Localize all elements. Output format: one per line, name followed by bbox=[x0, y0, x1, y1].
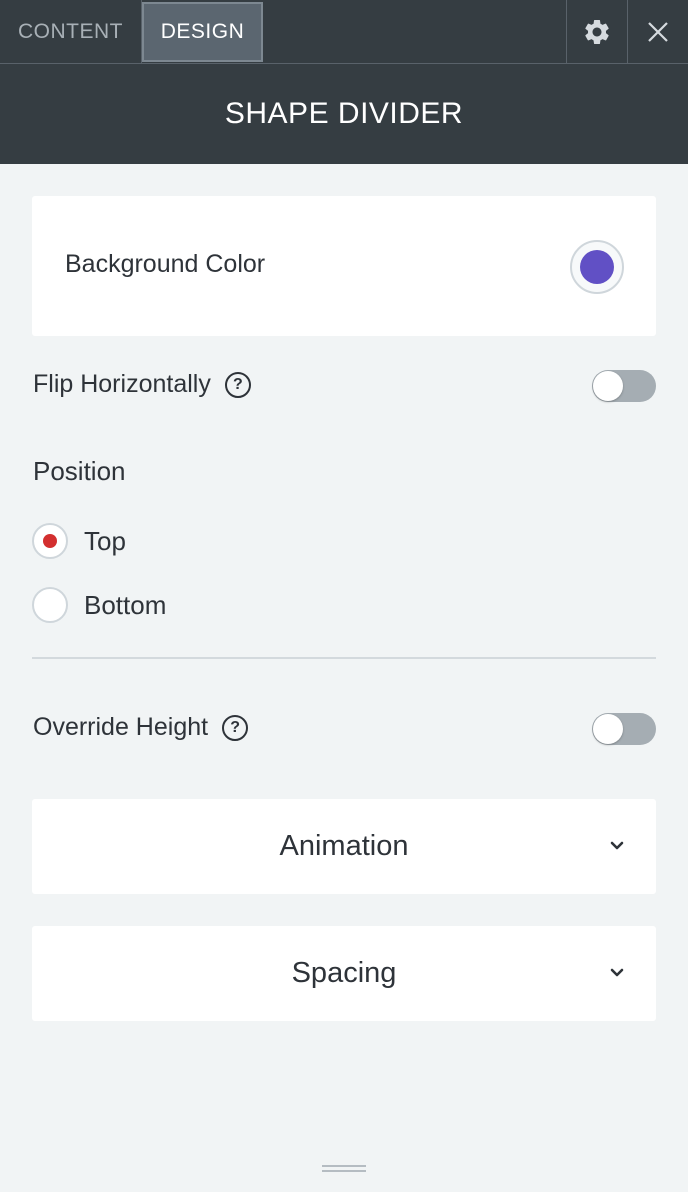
background-color-swatch[interactable] bbox=[570, 240, 624, 294]
shape-divider-settings-panel: CONTENT DESIGN SHAPE DIVIDER Background … bbox=[0, 0, 688, 1192]
close-icon bbox=[648, 21, 668, 42]
animation-accordion[interactable]: Animation bbox=[32, 799, 656, 894]
background-color-card: Background Color bbox=[32, 196, 656, 336]
flip-horizontally-toggle[interactable] bbox=[592, 370, 656, 402]
chevron-down-icon bbox=[610, 968, 624, 977]
radio-bottom-label: Bottom bbox=[84, 589, 167, 620]
flip-horizontally-row: Flip Horizontally ? bbox=[33, 370, 251, 399]
radio-bottom[interactable] bbox=[32, 587, 68, 623]
section-divider bbox=[32, 657, 656, 659]
tab-design[interactable]: DESIGN bbox=[142, 2, 263, 62]
tab-content-label: CONTENT bbox=[18, 19, 123, 43]
toggle-knob bbox=[593, 371, 623, 401]
radio-top[interactable] bbox=[32, 523, 68, 559]
flip-horizontally-label: Flip Horizontally bbox=[33, 370, 211, 398]
background-color-label: Background Color bbox=[65, 250, 266, 278]
override-height-row: Override Height ? bbox=[33, 713, 249, 742]
chevron-down-icon bbox=[610, 841, 624, 850]
override-height-toggle[interactable] bbox=[592, 713, 656, 745]
close-button[interactable] bbox=[627, 0, 688, 63]
panel-tab-bar: CONTENT DESIGN bbox=[0, 0, 688, 64]
settings-button[interactable] bbox=[566, 0, 627, 63]
position-heading: Position bbox=[33, 456, 126, 486]
tab-content[interactable]: CONTENT bbox=[0, 0, 142, 63]
spacing-accordion[interactable]: Spacing bbox=[32, 926, 656, 1021]
position-option-top[interactable]: Top bbox=[32, 523, 126, 559]
help-icon-glyph: ? bbox=[230, 718, 240, 736]
gear-icon bbox=[585, 19, 609, 44]
help-icon[interactable]: ? bbox=[224, 371, 251, 398]
color-swatch-dot bbox=[580, 250, 614, 284]
radio-top-label: Top bbox=[84, 525, 126, 556]
toggle-knob bbox=[593, 714, 623, 744]
animation-label: Animation bbox=[279, 830, 409, 862]
panel-title-bar: SHAPE DIVIDER bbox=[0, 64, 688, 164]
radio-selected-dot bbox=[43, 534, 57, 548]
spacing-label: Spacing bbox=[291, 957, 397, 989]
resize-handle-icon[interactable] bbox=[322, 1165, 366, 1175]
position-option-bottom[interactable]: Bottom bbox=[32, 587, 166, 623]
panel-title: SHAPE DIVIDER bbox=[224, 97, 464, 130]
override-height-label: Override Height bbox=[33, 713, 209, 741]
help-icon[interactable]: ? bbox=[222, 714, 249, 741]
tab-design-label: DESIGN bbox=[160, 20, 245, 43]
help-icon-glyph: ? bbox=[232, 375, 243, 393]
